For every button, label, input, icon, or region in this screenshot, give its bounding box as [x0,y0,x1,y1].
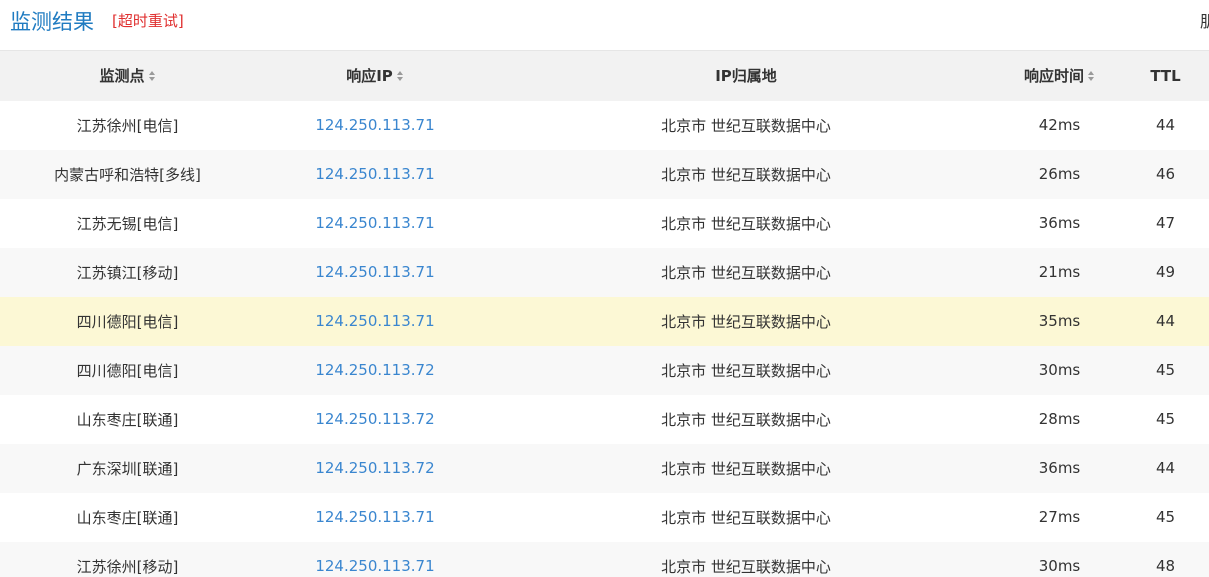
monitor-point-cell: 江苏无锡[电信] [76,214,179,233]
ip-location-cell: 北京市 世纪互联数据中心 [661,312,831,331]
response-ip-cell: 124.250.113.71 [255,101,495,150]
ip-location-cell: 北京市 世纪互联数据中心 [661,459,831,478]
response-ip-link[interactable]: 124.250.113.72 [315,459,434,477]
response-ip-cell: 124.250.113.71 [255,297,495,346]
sort-icon[interactable] [396,71,404,82]
table-row: 四川德阳[电信] 124.250.113.72 北京市 世纪互联数据中心 30m… [0,345,1209,395]
sort-icon[interactable] [1088,71,1095,82]
table-row: 四川德阳[电信] 124.250.113.71 北京市 世纪互联数据中心 35m… [0,296,1209,346]
ttl-cell: 47 [1155,214,1176,232]
ttl-cell: 49 [1155,263,1176,281]
response-ip-link[interactable]: 124.250.113.71 [315,165,434,183]
response-time-cell: 30ms [1038,557,1081,575]
ip-location-cell: 北京市 世纪互联数据中心 [661,214,831,233]
column-header-ip-location: IP归属地 [495,50,997,101]
response-ip-link[interactable]: 124.250.113.71 [315,214,434,232]
response-ip-cell: 124.250.113.71 [255,493,495,542]
ttl-cell: 46 [1155,165,1176,183]
monitor-point-cell: 山东枣庄[联通] [76,508,179,527]
ip-location-cell: 北京市 世纪互联数据中心 [661,557,831,576]
timeout-retry-link[interactable]: [超时重试] [112,11,184,31]
monitor-point-cell: 内蒙古呼和浩特[多线] [54,165,201,184]
table-header-row: 监测点 响应IP IP归属地 响应时间 TTL [0,50,1209,101]
sort-icon[interactable] [148,71,156,82]
ttl-cell: 45 [1155,410,1176,428]
response-ip-link[interactable]: 124.250.113.71 [315,508,434,526]
response-ip-cell: 124.250.113.72 [255,395,495,444]
page-title: 监测结果 [10,10,94,34]
response-time-cell: 26ms [1038,165,1081,183]
response-time-cell: 36ms [1038,214,1081,232]
column-header-response-time[interactable]: 响应时间 [997,50,1122,101]
response-time-cell: 28ms [1038,410,1081,428]
response-time-cell: 21ms [1038,263,1081,281]
monitor-point-cell: 江苏镇江[移动] [76,263,179,282]
column-header-ttl: TTL [1122,50,1209,101]
ip-location-cell: 北京市 世纪互联数据中心 [661,508,831,527]
response-time-cell: 30ms [1038,361,1081,379]
response-time-cell: 35ms [1038,312,1081,330]
ip-location-cell: 北京市 世纪互联数据中心 [661,410,831,429]
monitor-results-page: 监测结果 [超时重试] 肌 监测点 响应IP IP归属地 响应时间 TTL 江苏… [0,0,1209,577]
monitor-point-cell: 四川德阳[电信] [76,361,179,380]
response-ip-cell: 124.250.113.71 [255,542,495,577]
monitor-point-cell: 山东枣庄[联通] [76,410,179,429]
table-row: 内蒙古呼和浩特[多线] 124.250.113.71 北京市 世纪互联数据中心 … [0,149,1209,199]
ip-location-cell: 北京市 世纪互联数据中心 [661,263,831,282]
monitor-point-cell: 江苏徐州[移动] [76,557,179,576]
response-ip-cell: 124.250.113.71 [255,248,495,297]
table-row: 广东深圳[联通] 124.250.113.72 北京市 世纪互联数据中心 36m… [0,443,1209,493]
table-row: 江苏徐州[移动] 124.250.113.71 北京市 世纪互联数据中心 30m… [0,541,1209,577]
results-header: 监测结果 [超时重试] 肌 [0,0,1209,50]
table-row: 江苏无锡[电信] 124.250.113.71 北京市 世纪互联数据中心 36m… [0,198,1209,248]
response-ip-link[interactable]: 124.250.113.71 [315,116,434,134]
column-header-response-ip[interactable]: 响应IP [255,50,495,101]
response-ip-link[interactable]: 124.250.113.72 [315,410,434,428]
response-ip-cell: 124.250.113.72 [255,444,495,493]
response-time-cell: 36ms [1038,459,1081,477]
truncated-header-text: 肌 [1200,12,1209,31]
ip-location-cell: 北京市 世纪互联数据中心 [661,165,831,184]
response-ip-cell: 124.250.113.72 [255,346,495,395]
table-row: 山东枣庄[联通] 124.250.113.71 北京市 世纪互联数据中心 27m… [0,492,1209,542]
monitor-point-cell: 广东深圳[联通] [76,459,179,478]
ttl-cell: 44 [1155,312,1176,330]
response-ip-cell: 124.250.113.71 [255,199,495,248]
results-table: 监测点 响应IP IP归属地 响应时间 TTL 江苏徐州[电信] 124.250… [0,50,1209,577]
response-ip-link[interactable]: 124.250.113.71 [315,263,434,281]
ip-location-cell: 北京市 世纪互联数据中心 [661,116,831,135]
ttl-cell: 44 [1155,459,1176,477]
ip-location-cell: 北京市 世纪互联数据中心 [661,361,831,380]
response-ip-cell: 124.250.113.71 [255,150,495,199]
ttl-cell: 44 [1155,116,1176,134]
table-row: 江苏徐州[电信] 124.250.113.71 北京市 世纪互联数据中心 42m… [0,100,1209,150]
response-ip-link[interactable]: 124.250.113.71 [315,557,434,575]
ttl-cell: 45 [1155,361,1176,379]
response-ip-link[interactable]: 124.250.113.71 [315,312,434,330]
ttl-cell: 45 [1155,508,1176,526]
response-ip-link[interactable]: 124.250.113.72 [315,361,434,379]
table-row: 山东枣庄[联通] 124.250.113.72 北京市 世纪互联数据中心 28m… [0,394,1209,444]
response-time-cell: 27ms [1038,508,1081,526]
response-time-cell: 42ms [1038,116,1081,134]
column-header-monitor-point[interactable]: 监测点 [0,50,255,101]
table-row: 江苏镇江[移动] 124.250.113.71 北京市 世纪互联数据中心 21m… [0,247,1209,297]
ttl-cell: 48 [1155,557,1176,575]
monitor-point-cell: 四川德阳[电信] [76,312,179,331]
monitor-point-cell: 江苏徐州[电信] [76,116,179,135]
